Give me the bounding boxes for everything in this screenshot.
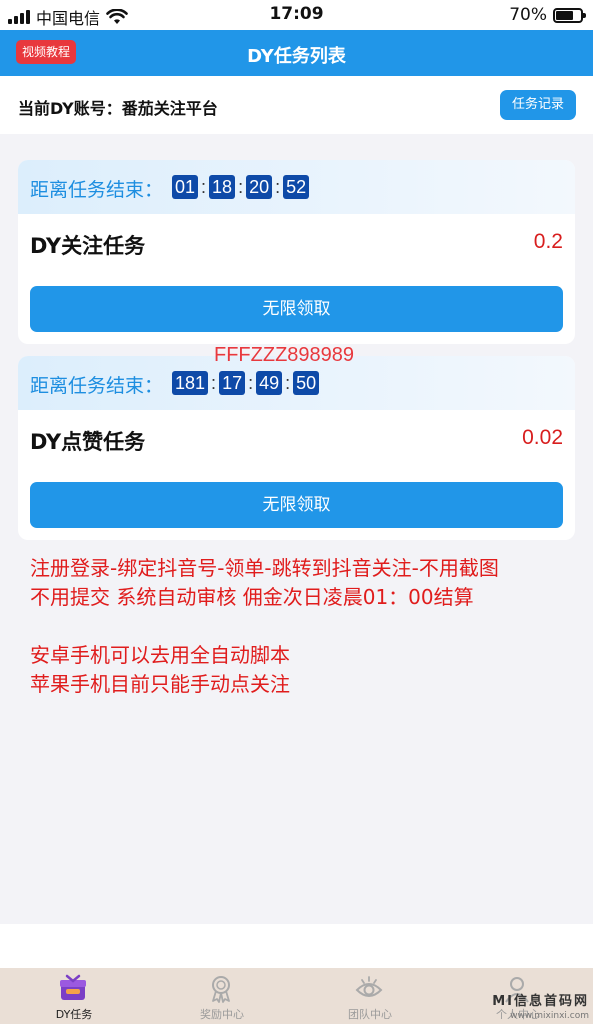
instruction-line: 注册登录-绑定抖音号-领单-跳转到抖音关注-不用截图 [30,556,499,580]
task-card-like: 距离任务结束： 181 : 17 : 49 : 50 DY点赞任务 0.02 无… [18,356,575,540]
countdown-timer: 181 : 17 : 49 : 50 [172,371,320,395]
task-info-row: DY关注任务 0.2 [18,214,575,276]
tab-team-center[interactable]: 团队中心 [296,968,444,1024]
status-bar-right: 70% [509,5,586,25]
instructions-text: 注册登录-绑定抖音号-领单-跳转到抖音关注-不用截图 不用提交 系统自动审核 佣… [30,554,499,699]
gift-box-icon [60,974,86,1000]
watermark: MI信息首码网 www.mixinxi.com [492,995,589,1023]
countdown-days: 181 [172,371,209,395]
task-name: DY点赞任务 [30,430,146,454]
task-name: DY关注任务 [30,234,146,258]
tab-reward-center[interactable]: 奖励中心 [148,968,296,1024]
main-content: 距离任务结束： 01 : 18 : 20 : 52 DY关注任务 0.2 无限领… [0,134,593,924]
countdown-minutes: 20 [246,175,273,199]
task-info-row: DY点赞任务 0.02 [18,410,575,472]
claim-unlimited-button[interactable]: 无限领取 [30,482,563,528]
claim-unlimited-button[interactable]: 无限领取 [30,286,563,332]
instruction-line: 苹果手机目前只能手动点关注 [30,672,290,696]
app-header: 视频教程 DY任务列表 [0,30,593,76]
countdown-days: 01 [172,175,199,199]
battery-percent: 70% [509,5,547,25]
countdown-label: 距离任务结束： [30,179,164,201]
countdown-label: 距离任务结束： [30,375,164,397]
tab-label: DY任务 [55,1008,93,1021]
task-card-header: 距离任务结束： 01 : 18 : 20 : 52 [18,160,575,214]
countdown-minutes: 49 [256,371,283,395]
current-account-text: 当前DY账号：番茄关注平台 [18,99,218,118]
watermark-title: MI信息首码网 [492,994,589,1009]
countdown-seconds: 50 [293,371,320,395]
task-reward: 0.02 [522,426,563,449]
page-title: DY任务列表 [247,46,346,67]
clock: 17:09 [269,4,324,24]
countdown-timer: 01 : 18 : 20 : 52 [172,175,310,199]
status-bar: 中国电信 17:09 70% [0,0,593,30]
task-record-button[interactable]: 任务记录 [500,90,576,120]
tab-label: 团队中心 [348,1008,392,1021]
promo-code-overlay: FFFZZZ898989 [214,344,355,366]
instruction-line: 安卓手机可以去用全自动脚本 [30,643,290,667]
account-bar: 当前DY账号：番茄关注平台 任务记录 [0,76,593,134]
instruction-line: 不用提交 系统自动审核 佣金次日凌晨01：00结算 [30,585,474,609]
watermark-url: www.mixinxi.com [510,1011,589,1021]
countdown-hours: 17 [219,371,246,395]
eye-icon [355,976,383,997]
tab-label: 奖励中心 [200,1008,244,1021]
tab-dy-tasks[interactable]: DY任务 [0,968,148,1024]
countdown-seconds: 52 [283,175,310,199]
award-medal-icon [212,976,230,1003]
battery-icon [553,7,586,23]
countdown-hours: 18 [209,175,236,199]
task-card-follow: 距离任务结束： 01 : 18 : 20 : 52 DY关注任务 0.2 无限领… [18,160,575,344]
task-reward: 0.2 [533,230,563,253]
